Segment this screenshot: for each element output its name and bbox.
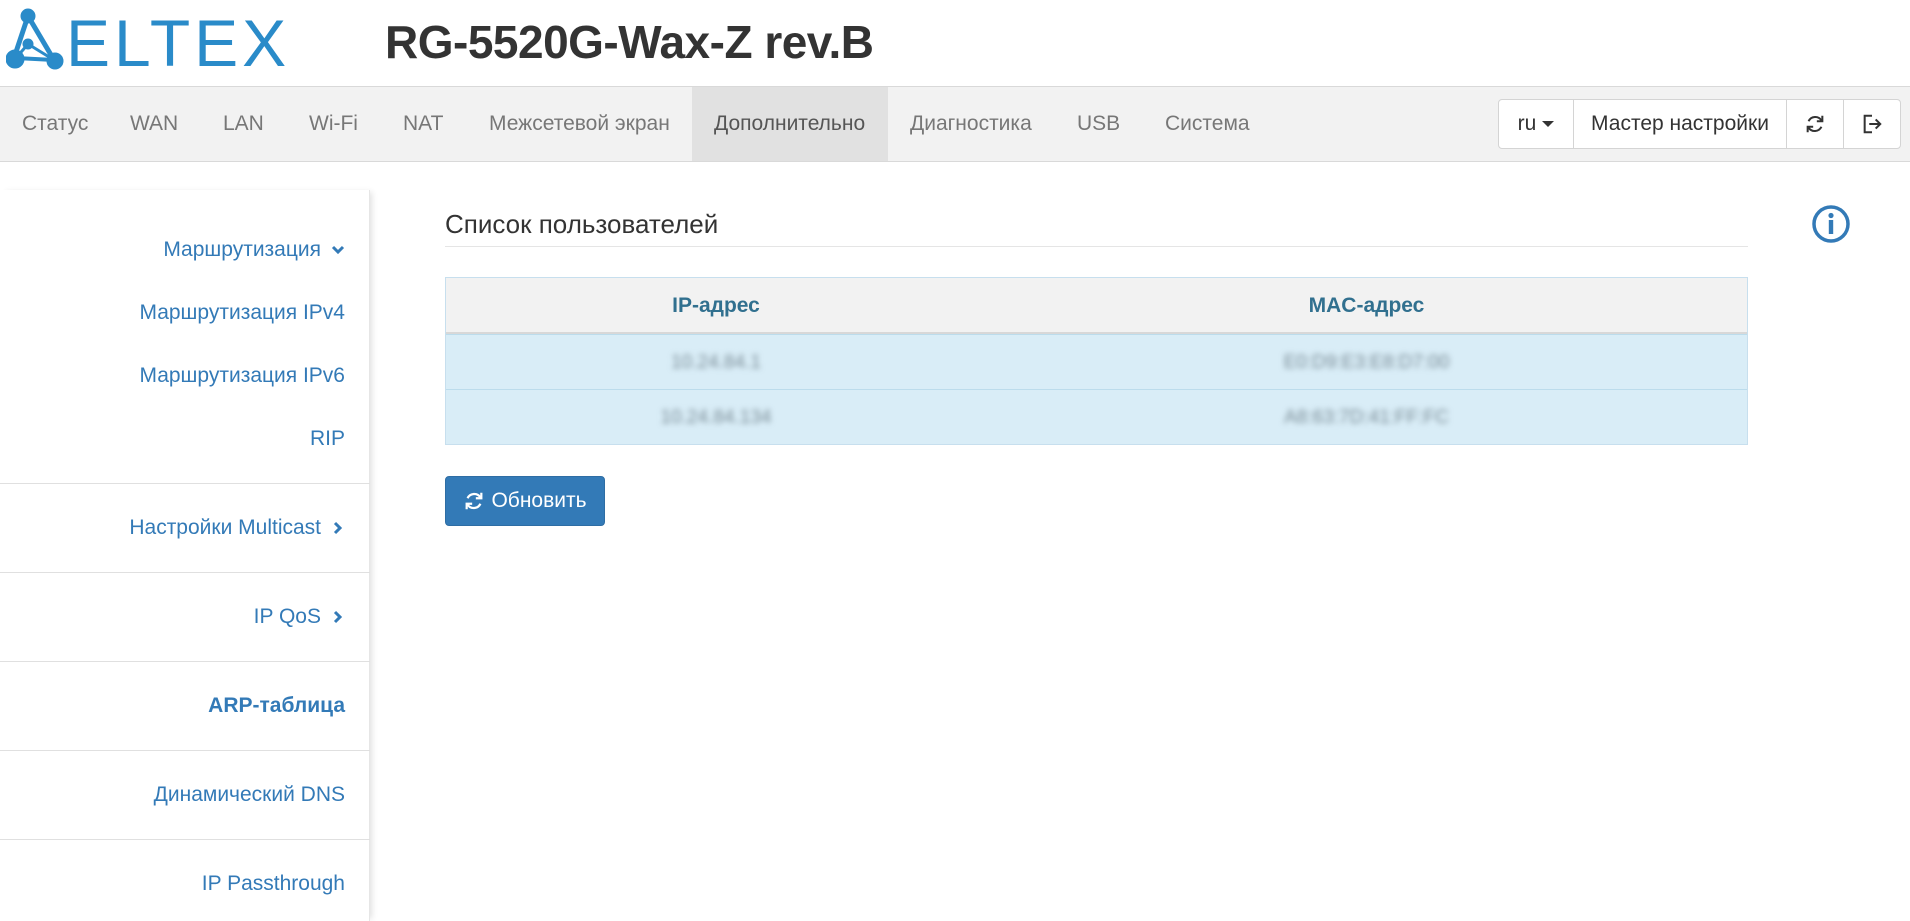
sidebar-item-arp-table[interactable]: ARP-таблица [208, 694, 345, 718]
sidebar-divider [0, 572, 370, 573]
cell-ip: 10.24.84.1 [671, 352, 761, 373]
sidebar-item-routing-ipv4[interactable]: Маршрутизация IPv4 [139, 301, 345, 325]
table-row: 10.24.84.134 A8:63:7D:41:FF:FC [446, 389, 1747, 444]
nav-usb[interactable]: USB [1055, 87, 1142, 161]
logout-icon [1863, 114, 1882, 134]
nav-nat[interactable]: NAT [381, 87, 465, 161]
svg-text:ELTEX: ELTEX [66, 8, 290, 72]
sidebar-item-rip[interactable]: RIP [310, 427, 345, 451]
sidebar-item-ip-passthrough[interactable]: IP Passthrough [202, 872, 345, 896]
column-header-ip: IP-адрес [672, 294, 760, 317]
header: ELTEX RG-5520G-Wax-Z rev.B [0, 0, 1910, 86]
caret-down-icon [1542, 121, 1555, 127]
sidebar-item-ip-qos[interactable]: IP QoS [254, 605, 345, 629]
sidebar-item-ddns[interactable]: Динамический DNS [154, 783, 345, 807]
main-navbar: Статус WAN LAN Wi-Fi NAT Межсетевой экра… [0, 86, 1910, 162]
nav-diagnostics[interactable]: Диагностика [888, 87, 1054, 161]
refresh-icon [1806, 115, 1824, 133]
cell-ip: 10.24.84.134 [660, 407, 772, 428]
sidebar-item-multicast[interactable]: Настройки Multicast [129, 516, 345, 540]
chevron-down-icon [331, 245, 345, 255]
sidebar-item-label: Настройки Multicast [129, 516, 321, 539]
sidebar-item-routing-ipv6[interactable]: Маршрутизация IPv6 [139, 364, 345, 388]
nav-system[interactable]: Система [1143, 87, 1272, 161]
table-row: 10.24.84.1 E0:D9:E3:E8:D7:00 [446, 334, 1747, 389]
cell-mac: E0:D9:E3:E8:D7:00 [1283, 352, 1450, 373]
refresh-button-label: Обновить [491, 489, 587, 512]
nav-advanced[interactable]: Дополнительно [692, 87, 888, 161]
nav-firewall[interactable]: Межсетевой экран [467, 87, 692, 161]
column-header-mac: MAC-адрес [1308, 294, 1425, 317]
cell-mac: A8:63:7D:41:FF:FC [1284, 407, 1449, 428]
arp-table: IP-адрес MAC-адрес 10.24.84.1 E0:D9:E3:E… [445, 277, 1748, 445]
sidebar-divider [0, 839, 370, 840]
sidebar-divider [0, 661, 370, 662]
chevron-right-icon [333, 521, 343, 535]
language-dropdown[interactable]: ru [1499, 100, 1573, 148]
sidebar-item-routing[interactable]: Маршрутизация [163, 238, 345, 262]
language-label: ru [1517, 112, 1537, 135]
logout-button[interactable] [1843, 100, 1900, 148]
header-actions: ru Мастер настройки [1498, 99, 1901, 149]
sidebar-divider [0, 483, 370, 484]
sidebar-item-label: IP QoS [253, 605, 321, 628]
refresh-page-button[interactable] [1786, 100, 1843, 148]
sidebar-item-label: Маршрутизация [163, 238, 321, 261]
refresh-icon [466, 492, 483, 510]
chevron-right-icon [333, 610, 343, 624]
nav-wan[interactable]: WAN [108, 87, 200, 161]
sidebar-divider [0, 750, 370, 751]
title-divider [445, 246, 1748, 247]
panel-title: Список пользователей [445, 209, 719, 239]
info-icon[interactable] [1811, 204, 1851, 244]
table-header: IP-адрес MAC-адрес [446, 278, 1747, 334]
sidebar: Маршрутизация Маршрутизация IPv4 Маршрут… [0, 190, 370, 921]
nav-wifi[interactable]: Wi-Fi [287, 87, 380, 161]
device-title: RG-5520G-Wax-Z rev.B [385, 16, 874, 68]
refresh-button[interactable]: Обновить [445, 476, 605, 526]
nav-lan[interactable]: LAN [201, 87, 286, 161]
nav-status[interactable]: Статус [0, 87, 110, 161]
eltex-logo[interactable]: ELTEX [6, 8, 294, 72]
setup-wizard-button[interactable]: Мастер настройки [1573, 100, 1786, 148]
